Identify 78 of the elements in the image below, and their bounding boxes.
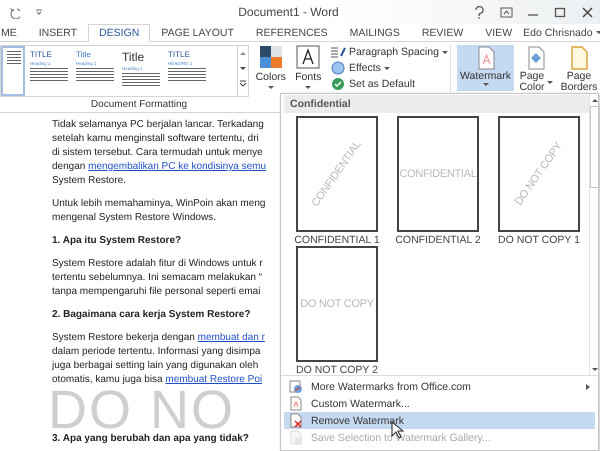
menu-item[interactable]: Custom Watermark...	[284, 395, 595, 412]
scroll-thumb[interactable]	[590, 106, 600, 188]
paragraph-line: mengenal System Restore Windows.	[52, 211, 216, 225]
close-icon[interactable]	[581, 6, 594, 18]
help-icon[interactable]	[473, 6, 486, 18]
style-title: TITLE	[168, 50, 191, 59]
paragraph-line: Tidak selamanya PC berjalan lancar. Terkadang	[52, 118, 264, 132]
paragraph-line: setelah kamu menginstall software tertentu, dri	[52, 132, 259, 146]
ribbon-tab[interactable]: INSERT	[28, 24, 88, 41]
save-document-icon	[288, 430, 303, 445]
submenu-arrow-icon	[585, 382, 591, 390]
group-label: Document Formatting	[90, 99, 188, 110]
watermark-preview-text: DO NOT COPY	[300, 298, 374, 310]
style-title: TITLE	[30, 50, 53, 59]
paragraph-line: System Restore.	[52, 174, 126, 188]
effects-button[interactable]: Effects	[330, 61, 390, 75]
caret-icon	[546, 80, 553, 84]
check-icon	[330, 77, 346, 91]
menu-item[interactable]: Remove Watermark	[284, 412, 595, 429]
section-heading: 1. Apa itu System Restore?	[52, 234, 182, 248]
watermark-preview-text: CONFIDENTIAL	[399, 168, 477, 180]
caret-icon	[305, 86, 312, 89]
ribbon-display-icon[interactable]	[500, 6, 513, 18]
menu-item[interactable]: More Watermarks from Office.com	[284, 378, 595, 395]
style-title: Title	[76, 50, 92, 59]
user-name[interactable]: Edo Chrisnado	[523, 26, 600, 38]
caret-icon	[442, 50, 448, 54]
paragraph-line: dalam periode tertentu. Informasi yang disimpa	[52, 345, 260, 359]
ribbon-tab[interactable]: DESIGN	[88, 24, 150, 42]
letter-a-icon	[296, 45, 320, 69]
colors-button[interactable]: Colors	[255, 45, 287, 92]
paragraph-line: tanpa mempengaruhi file personal seperti emai	[52, 285, 260, 299]
window-title: Document1 - Word	[237, 5, 340, 19]
text-lines-drawing	[7, 51, 21, 65]
paragraph-line: Untuk lebih memahaminya, WinPoin akan meng	[52, 197, 266, 211]
section-heading: 3. Apa yang berubah dan apa yang tidak?	[52, 432, 249, 446]
text-link[interactable]: mengembalikan PC ke kondisinya semu	[88, 161, 266, 172]
maximize-icon[interactable]	[554, 6, 567, 18]
caret-icon	[482, 83, 488, 86]
section-heading: 2. Bagaimana cara kerja System Restore?	[52, 308, 250, 322]
globe-document-icon	[288, 379, 303, 394]
ribbon-tab[interactable]: REVIEW	[410, 24, 474, 41]
ribbon-tab[interactable]: PAGE LAYOUT	[150, 24, 245, 41]
borders-button[interactable]: Page Borders	[558, 45, 600, 91]
paragraph-line: tertentu sebelumnya. Ini semacam melakukan “	[52, 271, 262, 285]
style-thumbnail[interactable]	[1, 46, 25, 96]
scroll-down-icon	[591, 365, 599, 373]
section-header: Confidential	[284, 95, 589, 113]
paragraph-spacing-icon	[330, 45, 346, 59]
color-swatch-icon	[258, 45, 283, 69]
caret-icon	[384, 66, 390, 70]
watermark-option[interactable]: CONFIDENTIAL CONFIDENTIAL 2	[388, 116, 488, 246]
ribbon-tab[interactable]: VIEW	[474, 24, 524, 41]
scroll-up-icon	[591, 96, 599, 104]
effects-icon	[330, 61, 346, 75]
ribbon-tab[interactable]: ME	[0, 24, 28, 41]
document-icon	[288, 396, 303, 411]
watermark-button[interactable]: Watermark	[457, 45, 514, 91]
style-title: Title	[122, 50, 146, 64]
text-link[interactable]: membuat Restore Poi	[165, 374, 262, 385]
fonts-button[interactable]: Fonts	[292, 45, 324, 92]
color-button[interactable]: Page Color	[516, 45, 556, 91]
paragraph-line: dengan mengembalikan PC ke kondisinya semu	[52, 160, 266, 174]
set-as-default-button[interactable]: Set as Default	[330, 77, 415, 91]
paragraph-line: System Restore adalah fitur di Windows untuk r	[52, 257, 263, 271]
watermark-option[interactable]: DO NOT COPY DO NOT COPY 2	[287, 246, 387, 376]
text-link[interactable]: membuat dan r	[198, 332, 265, 343]
scrollbar[interactable]	[589, 94, 600, 375]
paragraph-line: otomatis, kamu juga bisa membuat Restore Poi	[52, 373, 262, 387]
ribbon-tab[interactable]: REFERENCES	[244, 24, 339, 41]
paragraph-line: System Restore bekerja dengan membuat dan r	[52, 331, 265, 345]
paragraph-line: juga berbagai setting lain yang digunakan oleh	[52, 359, 258, 373]
paragraph-line: di sistem tersebut. Cara termudah untuk menye	[52, 146, 263, 160]
ribbon-tab[interactable]: MAILINGS	[338, 24, 411, 41]
caret-icon	[268, 86, 274, 89]
paragraph-spacing-button[interactable]: Paragraph Spacing	[330, 45, 448, 59]
remove-document-icon	[288, 413, 303, 428]
caret-icon	[596, 31, 600, 34]
